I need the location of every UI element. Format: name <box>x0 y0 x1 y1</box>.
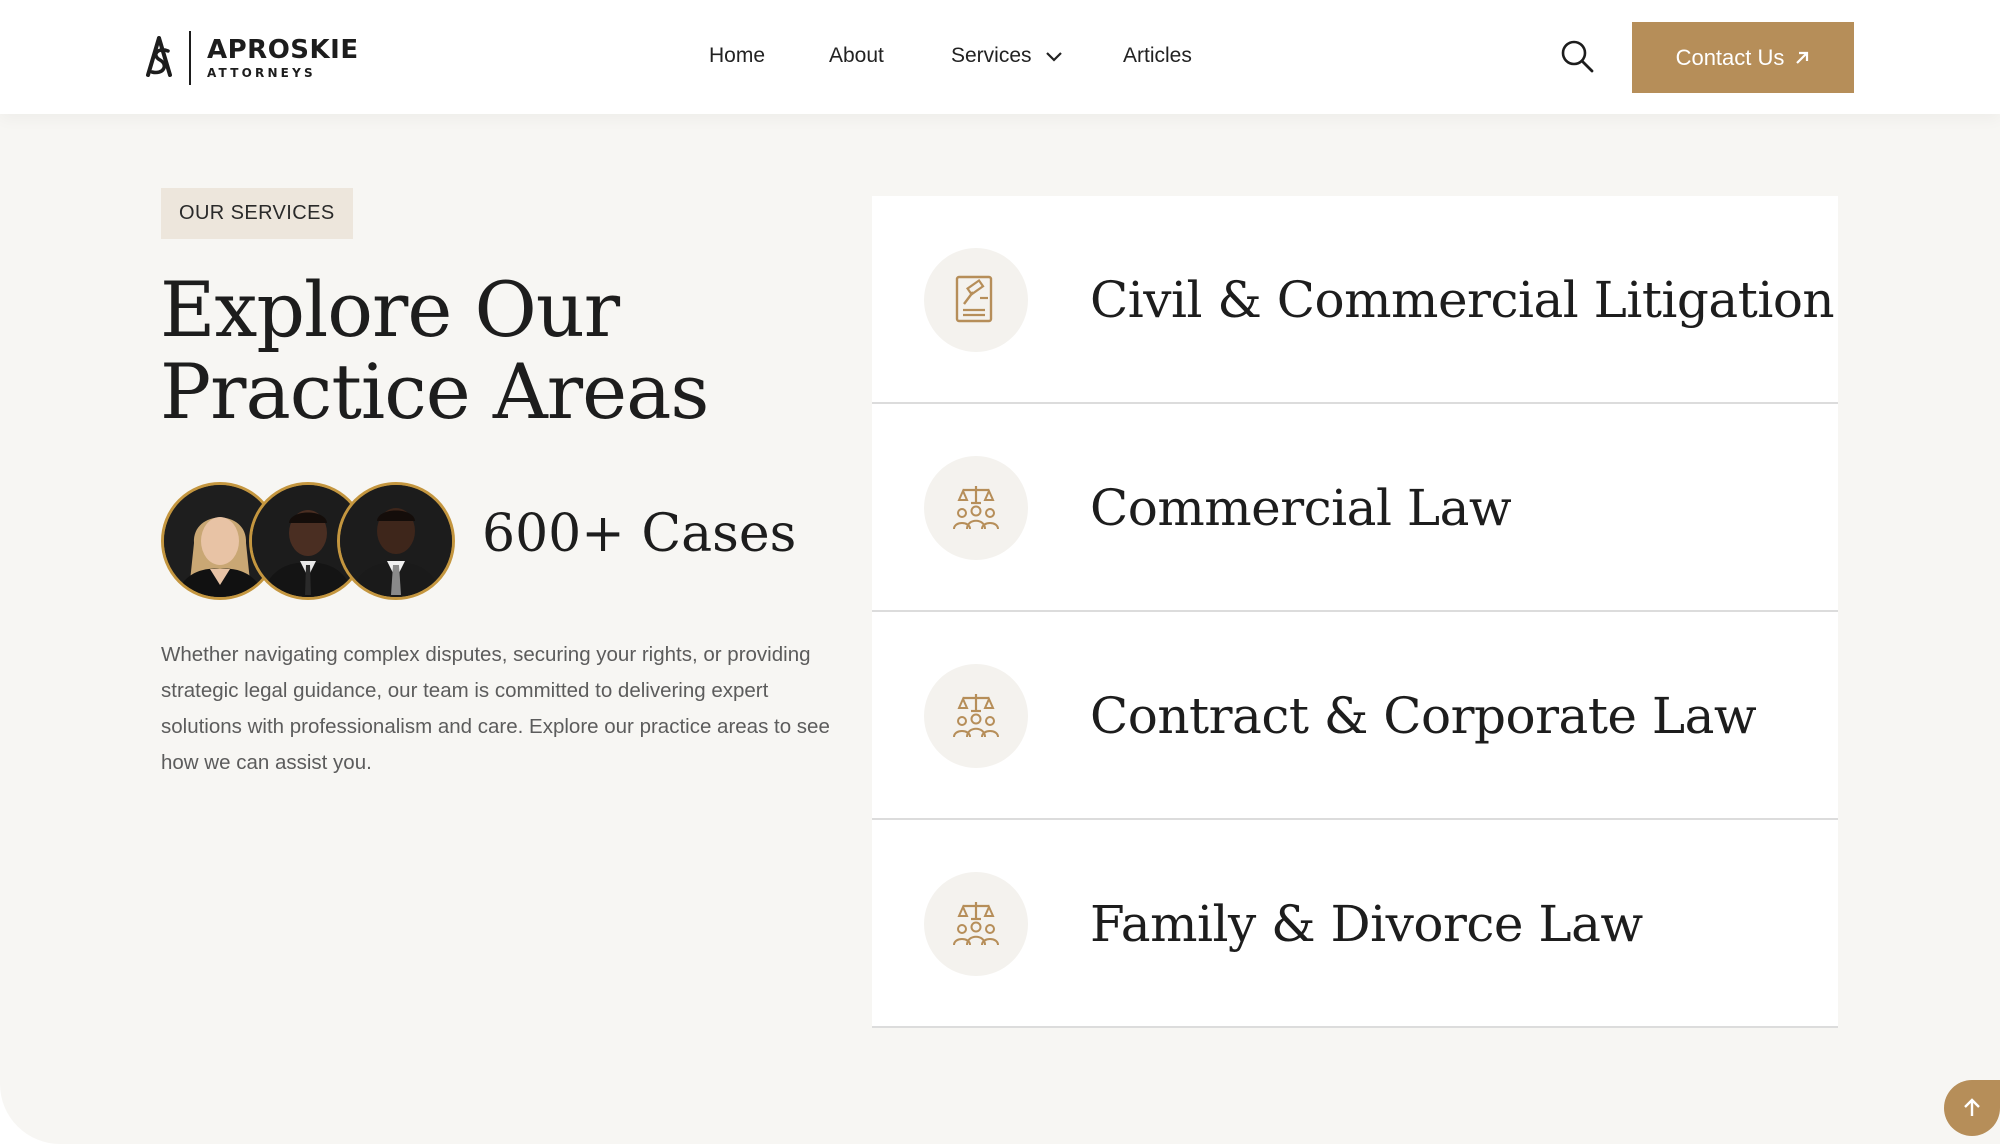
service-icon-wrapper <box>924 456 1028 560</box>
scales-people-icon <box>953 486 999 530</box>
heading-line-2: Practice Areas <box>160 347 709 436</box>
arrow-up-right-icon <box>1796 51 1809 64</box>
service-item-family-divorce-law[interactable]: Family & Divorce Law <box>872 820 1838 1028</box>
search-button[interactable] <box>1560 39 1596 75</box>
avatar <box>337 482 455 600</box>
service-item-commercial-law[interactable]: Commercial Law <box>872 404 1838 612</box>
contact-us-label: Contact Us <box>1675 44 1785 70</box>
nav-services-label: Services <box>951 44 1032 67</box>
scales-people-icon <box>953 902 999 946</box>
service-item-contract-corporate-law[interactable]: Contract & Corporate Law <box>872 612 1838 820</box>
brand-name: APROSKIE <box>207 35 359 65</box>
logo-mark-icon <box>146 36 172 77</box>
search-icon <box>1561 40 1594 73</box>
nav-services[interactable]: Services <box>951 44 1063 68</box>
brand-subtitle: ATTORNEYS <box>207 66 316 80</box>
service-item-civil-commercial-litigation[interactable]: Civil & Commercial Litigation <box>872 196 1838 404</box>
section-description: Whether navigating complex disputes, sec… <box>161 643 830 774</box>
service-title: Family & Divorce Law <box>1090 895 1643 953</box>
service-icon-wrapper <box>924 664 1028 768</box>
service-title: Civil & Commercial Litigation <box>1090 271 1835 329</box>
cases-count: 600+ Cases <box>482 504 797 564</box>
nav-about[interactable]: About <box>829 44 884 68</box>
chevron-down-icon <box>1046 52 1063 63</box>
contact-us-button[interactable]: Contact Us <box>1632 22 1854 93</box>
arrow-up-icon <box>1964 1098 1980 1116</box>
practice-areas-list: Civil & Commercial Litigation Commercial… <box>872 196 1838 1028</box>
services-section: OUR SERVICES Explore Our Practice Areas <box>0 114 2000 1144</box>
nav-articles[interactable]: Articles <box>1123 44 1192 68</box>
service-icon-wrapper <box>924 872 1028 976</box>
scales-people-icon <box>953 694 999 738</box>
heading-line-1: Explore Our <box>160 265 620 354</box>
service-title: Contract & Corporate Law <box>1090 687 1757 745</box>
attorney-photo-3 <box>340 485 452 597</box>
scroll-to-top-button[interactable] <box>1944 1080 2000 1136</box>
section-heading: Explore Our Practice Areas <box>160 269 860 433</box>
gavel-document-icon <box>955 275 993 323</box>
nav-home[interactable]: Home <box>709 44 765 68</box>
service-icon-wrapper <box>924 248 1028 352</box>
brand-logo[interactable]: APROSKIE ATTORNEYS <box>143 30 359 86</box>
service-title: Commercial Law <box>1090 479 1512 537</box>
section-tag: OUR SERVICES <box>161 188 353 239</box>
logo-divider <box>189 31 191 85</box>
site-header: APROSKIE ATTORNEYS Home About Services A… <box>0 0 2000 114</box>
